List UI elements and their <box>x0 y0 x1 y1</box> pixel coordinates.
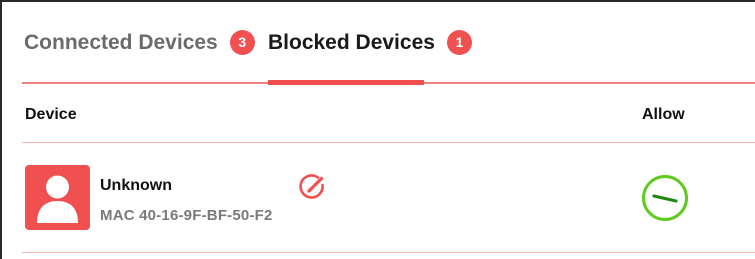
blocked-toggle-icon[interactable] <box>641 174 689 222</box>
connected-count-badge: 3 <box>229 29 255 55</box>
person-icon <box>25 165 90 230</box>
column-header-device: Device <box>25 106 77 123</box>
tab-blocked-label: Blocked Devices <box>268 30 435 54</box>
edit-pencil-icon[interactable] <box>296 171 328 203</box>
table-row: Unknown MAC 40-16-9F-BF-50-F2 <box>0 143 755 253</box>
column-header-allow: Allow <box>642 106 685 123</box>
tab-connected-devices[interactable]: Connected Devices 3 <box>24 0 255 84</box>
device-mac: MAC 40-16-9F-BF-50-F2 <box>100 207 273 224</box>
tab-blocked-devices[interactable]: Blocked Devices 1 <box>268 0 472 84</box>
table-header: Device Allow <box>0 96 755 142</box>
blocked-count-badge: 1 <box>446 29 472 55</box>
tab-connected-label: Connected Devices <box>24 30 218 54</box>
device-tabs: Connected Devices 3 Blocked Devices 1 <box>2 2 755 86</box>
active-tab-indicator <box>268 80 424 85</box>
row-divider <box>22 252 755 253</box>
device-name: Unknown <box>100 177 172 194</box>
